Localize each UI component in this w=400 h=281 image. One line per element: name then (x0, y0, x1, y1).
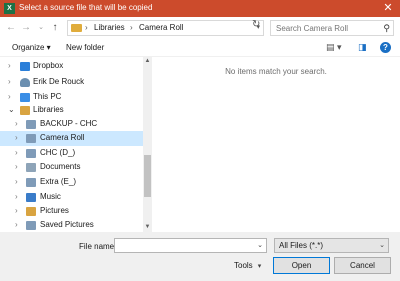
expand-chevron-icon[interactable]: › (8, 92, 11, 101)
library-icon (26, 120, 36, 129)
expand-chevron-icon[interactable]: › (15, 177, 18, 186)
back-arrow-icon[interactable]: ← (5, 21, 17, 35)
organize-button[interactable]: Organize ▾ (12, 43, 51, 52)
up-arrow-icon[interactable]: ↑ (49, 21, 61, 35)
tree-item-documents[interactable]: › Documents (0, 160, 143, 175)
file-name-field[interactable]: ⌄ (114, 238, 267, 253)
tree-item-camera-roll[interactable]: › Camera Roll (0, 131, 143, 146)
refresh-icon[interactable]: ↻ (252, 19, 260, 30)
cancel-button[interactable]: Cancel (334, 257, 391, 274)
recent-locations-chevron-icon[interactable]: ⌄ (35, 21, 47, 35)
title-bar: X Select a source file that will be copi… (0, 0, 400, 17)
expand-chevron-icon[interactable]: › (15, 133, 18, 142)
scrollbar-thumb[interactable] (144, 155, 151, 197)
tools-dropdown-chevron-icon: ▾ (257, 263, 262, 270)
tree-item-label: This PC (33, 92, 62, 101)
forward-arrow-icon[interactable]: → (20, 21, 32, 35)
breadcrumb-separator: › (85, 23, 88, 32)
tree-item-chc-d[interactable]: › CHC (D_) (0, 146, 143, 161)
tree-item-dropbox[interactable]: › Dropbox (0, 59, 143, 74)
empty-message: No items match your search. (225, 67, 327, 76)
tools-label: Tools (234, 261, 253, 270)
library-icon (26, 221, 36, 230)
libraries-icon (20, 106, 30, 115)
tools-menu-button[interactable]: Tools ▾ (234, 261, 261, 270)
library-icon (26, 149, 36, 158)
pc-icon (20, 93, 30, 102)
tree-item-label: CHC (D_) (40, 148, 76, 157)
scroll-up-arrow-icon[interactable]: ▲ (143, 57, 152, 66)
new-folder-button[interactable]: New folder (66, 43, 104, 52)
navigation-pane: › Dropbox › Erik De Rouck › This PC ⌄ Li… (0, 57, 152, 232)
file-list-pane[interactable]: No items match your search. (152, 57, 400, 232)
tree-item-label: Documents (40, 162, 81, 171)
expand-chevron-icon[interactable]: › (15, 119, 18, 128)
open-button[interactable]: Open (273, 257, 330, 274)
preview-pane-icon[interactable]: ◨ (358, 42, 367, 53)
tree-item-label: Dropbox (33, 61, 64, 70)
dialog-footer: File name: ⌄ All Files (*.*) ⌄ Tools ▾ Op… (0, 232, 400, 281)
search-icon: ⚲ (383, 23, 390, 33)
search-input[interactable]: Search Camera Roll (276, 24, 348, 33)
file-type-filter-value: All Files (*.*) (279, 241, 324, 250)
tree-item-label: Extra (E_) (40, 177, 77, 186)
tree-item-label: Erik De Rouck (33, 77, 85, 86)
tree-item-music[interactable]: › Music (0, 190, 143, 205)
tree-item-libraries[interactable]: ⌄ Libraries (0, 103, 143, 118)
file-name-dropdown-chevron-icon[interactable]: ⌄ (257, 241, 263, 249)
documents-icon (26, 163, 36, 172)
excel-icon: X (4, 3, 15, 14)
search-box[interactable]: Search Camera Roll ⚲ (270, 20, 394, 36)
dropbox-icon (20, 62, 30, 71)
library-icon (26, 134, 36, 143)
tree-item-backup-chc[interactable]: › BACKUP - CHC (0, 117, 143, 132)
help-icon[interactable]: ? (380, 42, 391, 53)
tree-item-label: Saved Pictures (40, 220, 94, 229)
expand-chevron-icon[interactable]: › (8, 61, 11, 70)
tree-item-user[interactable]: › Erik De Rouck (0, 75, 143, 90)
breadcrumb-camera-roll[interactable]: Camera Roll (139, 23, 183, 32)
expand-chevron-icon[interactable]: › (15, 162, 18, 171)
tree-item-label: Pictures (40, 206, 69, 215)
expand-chevron-icon[interactable]: › (15, 192, 18, 201)
expand-chevron-icon[interactable]: › (15, 148, 18, 157)
tree-item-label: Camera Roll (40, 133, 85, 142)
file-type-filter-select[interactable]: All Files (*.*) ⌄ (274, 238, 389, 253)
user-icon (20, 78, 30, 87)
tree-item-label: Music (40, 192, 61, 201)
collapse-chevron-icon[interactable]: ⌄ (8, 105, 15, 114)
expand-chevron-icon[interactable]: › (8, 77, 11, 86)
filter-dropdown-chevron-icon[interactable]: ⌄ (379, 241, 385, 249)
tree-item-label: Libraries (33, 105, 64, 114)
tree-item-extra-e[interactable]: › Extra (E_) (0, 175, 143, 190)
address-row: ← → ⌄ ↑ › Libraries › Camera Roll ▾ ↻ Se… (0, 17, 400, 39)
library-icon (26, 178, 36, 187)
nav-pane-scrollbar[interactable]: ▲ ▼ (143, 57, 152, 232)
close-button[interactable]: ✕ (376, 0, 400, 17)
tree-item-saved-pictures[interactable]: › Saved Pictures (0, 218, 143, 232)
folder-icon (71, 24, 82, 32)
tree-item-label: BACKUP - CHC (40, 119, 98, 128)
expand-chevron-icon[interactable]: › (15, 206, 18, 215)
tree-item-pictures[interactable]: › Pictures (0, 204, 143, 219)
expand-chevron-icon[interactable]: › (15, 220, 18, 229)
view-options-icon[interactable]: ▤ ▾ (326, 42, 342, 53)
breadcrumb-libraries[interactable]: Libraries (94, 23, 125, 32)
window-title: Select a source file that will be copied (19, 3, 153, 12)
scroll-down-arrow-icon[interactable]: ▼ (143, 223, 152, 232)
music-icon (26, 193, 36, 202)
toolbar: Organize ▾ New folder ▤ ▾ ◨ ? (0, 39, 400, 57)
breadcrumb-separator: › (130, 23, 133, 32)
address-bar[interactable]: › Libraries › Camera Roll ▾ (67, 20, 264, 36)
pictures-icon (26, 207, 36, 216)
file-name-label: File name: (79, 242, 117, 251)
